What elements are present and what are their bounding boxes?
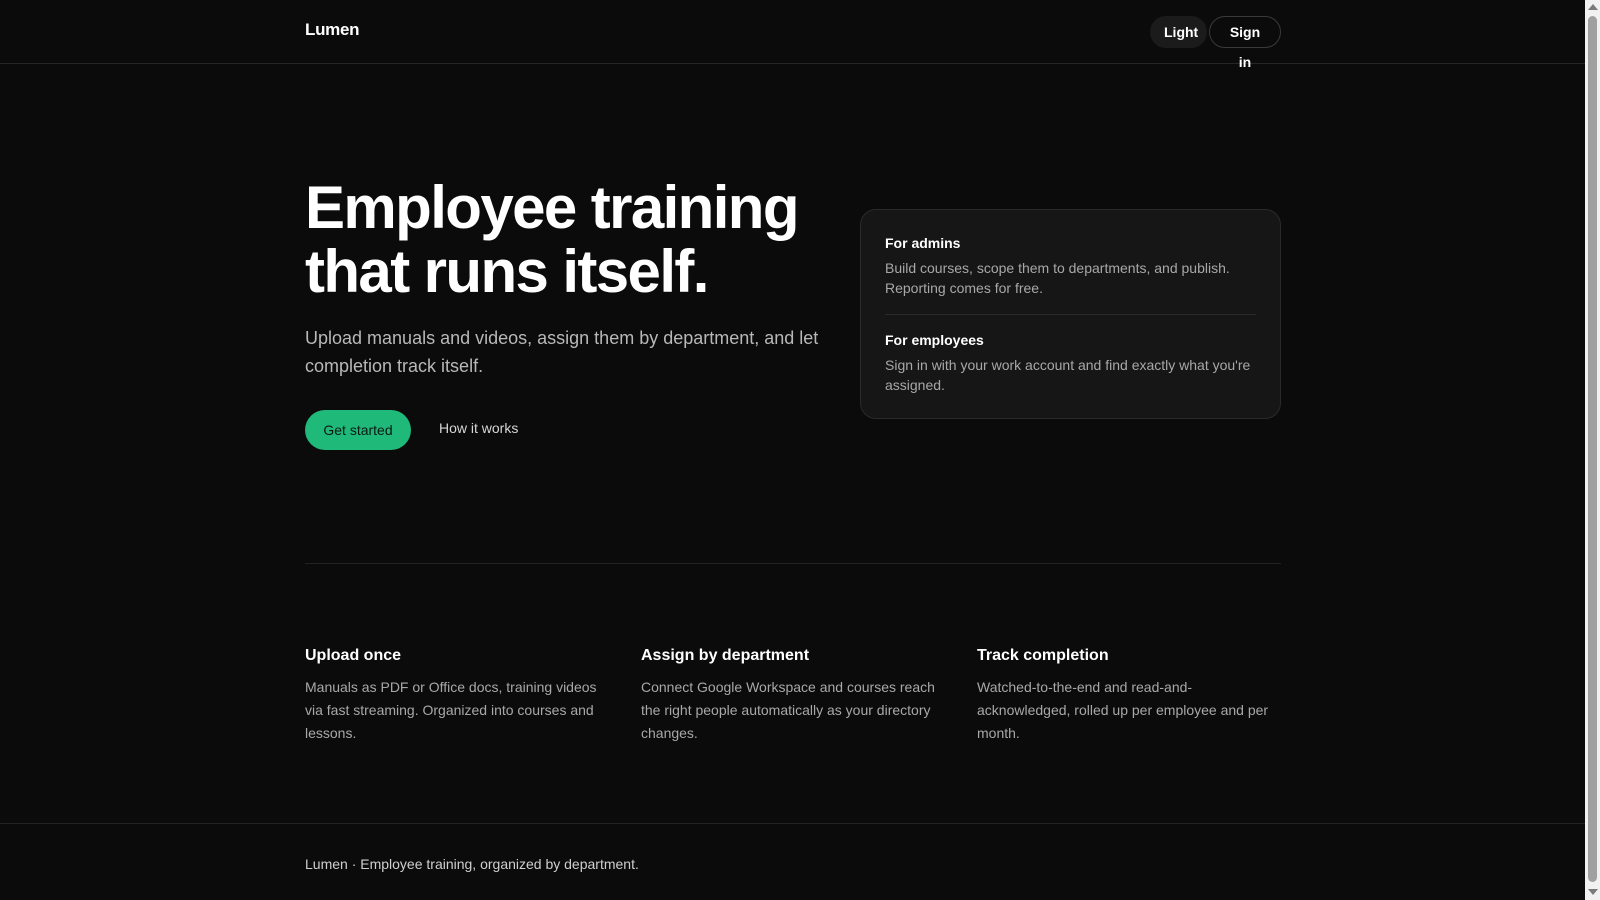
feature-title: Track completion: [977, 647, 1109, 664]
sign-in-button[interactable]: Sign in: [1209, 16, 1281, 70]
employees-description: Sign in with your work account and find …: [885, 357, 1251, 393]
vertical-scrollbar[interactable]: [1585, 0, 1600, 900]
footer-text: Lumen · Employee training, organized by …: [305, 856, 639, 872]
feature-assign-by-department: Assign by department Connect Google Work…: [641, 646, 946, 745]
feature-description: Watched-to-the-end and read-and-acknowle…: [977, 679, 1269, 741]
brand-logo[interactable]: Lumen: [305, 20, 360, 40]
card-divider: [885, 314, 1256, 315]
scroll-down-arrow-icon[interactable]: [1588, 889, 1598, 895]
feature-description: Manuals as PDF or Office docs, training …: [305, 679, 597, 741]
scrollbar-thumb[interactable]: [1588, 16, 1597, 882]
feature-title: Upload once: [305, 647, 402, 664]
hero-title: Employee training that runs itself.: [305, 174, 800, 305]
employees-heading: For employees: [885, 332, 984, 348]
admins-block: For admins Build courses, scope them to …: [885, 234, 1255, 298]
feature-description: Connect Google Workspace and courses rea…: [641, 679, 935, 741]
theme-toggle-button[interactable]: Light: [1150, 16, 1207, 48]
admins-description: Build courses, scope them to departments…: [885, 260, 1230, 296]
employees-block: For employees Sign in with your work acc…: [885, 331, 1255, 395]
top-nav: Lumen Light Sign in: [0, 0, 1585, 70]
page: Lumen Light Sign in Employee training th…: [0, 0, 1585, 900]
feature-track-completion: Track completion Watched-to-the-end and …: [977, 646, 1282, 745]
how-it-works-link[interactable]: How it works: [439, 420, 518, 436]
section-divider: [305, 563, 1281, 564]
admins-heading: For admins: [885, 235, 961, 251]
scroll-up-arrow-icon[interactable]: [1588, 4, 1598, 10]
hero-subtitle: Upload manuals and videos, assign them b…: [305, 328, 819, 376]
feature-title: Assign by department: [641, 647, 810, 664]
get-started-button[interactable]: Get started: [305, 410, 411, 450]
footer: Lumen · Employee training, organized by …: [0, 823, 1585, 900]
audience-card: For admins Build courses, scope them to …: [860, 209, 1281, 419]
feature-upload-once: Upload once Manuals as PDF or Office doc…: [305, 646, 610, 745]
